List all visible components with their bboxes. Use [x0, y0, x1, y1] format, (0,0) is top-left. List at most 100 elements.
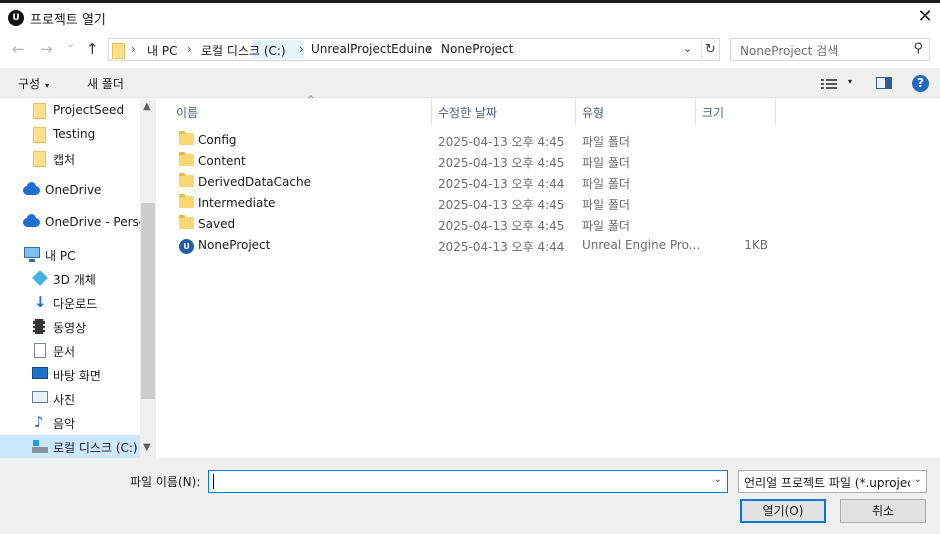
- folder-icon: [112, 43, 125, 62]
- filename-input[interactable]: ⌄: [208, 470, 728, 493]
- sidebar-item-label: 음악: [53, 417, 76, 431]
- up-arrow-icon[interactable]: ↑: [86, 40, 99, 58]
- document-icon: [34, 343, 46, 361]
- file-type: 파일 폴더: [582, 156, 630, 170]
- column-header-name[interactable]: ^ 이름: [170, 95, 432, 125]
- file-type: 파일 폴더: [582, 177, 630, 191]
- folder-icon: [33, 151, 46, 170]
- open-button[interactable]: 열기(O): [740, 499, 826, 523]
- new-folder-button[interactable]: 새 폴더: [87, 75, 124, 92]
- file-modified: 2025-04-13 오후 4:44: [438, 240, 565, 254]
- sidebar-item-label: 바탕 화면: [53, 369, 101, 383]
- desktop-icon: [32, 367, 48, 382]
- file-type: 파일 폴더: [582, 135, 630, 149]
- column-header-size[interactable]: 크기: [696, 99, 776, 125]
- sidebar-item-projectseed[interactable]: ProjectSeed: [0, 99, 140, 123]
- file-row-intermediate[interactable]: Intermediate 2025-04-13 오후 4:45 파일 폴더: [170, 193, 940, 214]
- sidebar-item-label: 동영상: [53, 321, 87, 335]
- sidebar-item-videos[interactable]: 동영상: [0, 315, 140, 339]
- file-modified: 2025-04-13 오후 4:44: [438, 177, 565, 191]
- sidebar-item-documents[interactable]: 문서: [0, 339, 140, 363]
- 3d-objects-icon: [32, 270, 48, 288]
- file-name: Config: [198, 133, 237, 147]
- sidebar-item-label: 3D 개체: [53, 273, 96, 287]
- navigation-pane: ProjectSeed Testing 캡처 OneDrive OneDrive…: [0, 99, 156, 458]
- sidebar-item-label: 로컬 디스크 (C:): [53, 441, 138, 455]
- sidebar-item-my-pc[interactable]: 내 PC: [0, 243, 140, 267]
- refresh-icon[interactable]: ↻: [701, 40, 719, 59]
- file-modified: 2025-04-13 오후 4:45: [438, 156, 565, 170]
- search-icon[interactable]: ⚲: [913, 41, 923, 56]
- pc-icon: [24, 247, 40, 262]
- scroll-up-icon[interactable]: ▲: [143, 101, 151, 112]
- cancel-button[interactable]: 취소: [840, 499, 926, 523]
- sidebar-item-onedrive-personal[interactable]: OneDrive - Personal: [0, 211, 156, 235]
- help-icon[interactable]: ?: [912, 75, 929, 92]
- file-row-saved[interactable]: Saved 2025-04-13 오후 4:45 파일 폴더: [170, 214, 940, 235]
- view-options-icon[interactable]: [821, 78, 837, 92]
- unreal-logo-icon: U: [8, 10, 24, 26]
- sidebar-item-onedrive[interactable]: OneDrive: [0, 179, 140, 203]
- file-name: Intermediate: [198, 196, 276, 210]
- sidebar-item-capture[interactable]: 캡처: [0, 147, 140, 171]
- sidebar-scrollbar[interactable]: ▲ ▼: [140, 99, 156, 458]
- breadcrumb-separator[interactable]: ›: [299, 42, 304, 56]
- column-header-type[interactable]: 유형: [576, 99, 696, 125]
- sidebar-item-pictures[interactable]: 사진: [0, 387, 140, 411]
- file-list: ^ 이름 수정한 날짜 유형 크기 Config 2025-04-13 오후 4…: [160, 95, 940, 458]
- filename-dropdown-icon[interactable]: ⌄: [714, 474, 722, 485]
- breadcrumb-project-folder[interactable]: UnrealProjectEduine: [311, 42, 432, 56]
- breadcrumb-my-pc[interactable]: 내 PC: [147, 42, 177, 59]
- recent-locations-chevron-icon[interactable]: ⌄: [66, 37, 75, 50]
- file-row-content[interactable]: Content 2025-04-13 오후 4:45 파일 폴더: [170, 151, 940, 172]
- file-type: 파일 폴더: [582, 219, 630, 233]
- filetype-select[interactable]: 언리얼 프로젝트 파일 (*.uproject) ⌄: [738, 470, 927, 493]
- column-header-modified[interactable]: 수정한 날짜: [432, 99, 576, 125]
- file-name: NoneProject: [198, 238, 271, 252]
- file-row-deriveddatacache[interactable]: DerivedDataCache 2025-04-13 오후 4:44 파일 폴…: [170, 172, 940, 193]
- sidebar-item-desktop[interactable]: 바탕 화면: [0, 363, 140, 387]
- file-row-config[interactable]: Config 2025-04-13 오후 4:45 파일 폴더: [170, 130, 940, 151]
- breadcrumb-noneproject[interactable]: NoneProject: [441, 42, 513, 56]
- sidebar-item-label: ProjectSeed: [53, 103, 125, 117]
- back-arrow-icon[interactable]: ←: [12, 40, 25, 58]
- breadcrumb-separator[interactable]: ›: [131, 42, 136, 56]
- folder-icon: [179, 152, 194, 169]
- organize-menu[interactable]: 구성 ▾: [18, 75, 49, 92]
- sidebar-item-downloads[interactable]: ↓ 다운로드: [0, 291, 140, 315]
- file-modified: 2025-04-13 오후 4:45: [438, 219, 565, 233]
- sidebar-item-testing[interactable]: Testing: [0, 123, 140, 147]
- filetype-dropdown-icon[interactable]: ⌄: [913, 474, 922, 485]
- uproject-icon: U: [179, 238, 194, 254]
- folder-icon: [179, 131, 194, 148]
- folder-icon: [179, 173, 194, 190]
- breadcrumb-separator[interactable]: ›: [187, 42, 192, 56]
- sidebar-item-music[interactable]: ♪ 음악: [0, 411, 140, 435]
- window-title: 프로젝트 열기: [30, 13, 106, 28]
- forward-arrow-icon[interactable]: →: [40, 40, 53, 58]
- sort-ascending-icon: ^: [307, 95, 315, 105]
- address-dropdown-icon[interactable]: ⌄: [683, 42, 692, 55]
- sidebar-item-local-disk[interactable]: 로컬 디스크 (C:): [0, 435, 140, 458]
- search-box[interactable]: NoneProject 검색 ⚲: [730, 38, 930, 61]
- download-icon: ↓: [34, 293, 47, 311]
- file-row-noneproject[interactable]: U NoneProject 2025-04-13 오후 4:44 Unreal …: [170, 235, 940, 256]
- sidebar-item-label: 다운로드: [53, 297, 98, 311]
- file-size: 1KB: [744, 238, 768, 252]
- drive-icon: [32, 439, 48, 456]
- address-bar[interactable]: › 내 PC › 로컬 디스크 (C:) › UnrealProjectEdui…: [108, 38, 720, 61]
- video-icon: [33, 319, 45, 337]
- breadcrumb-separator[interactable]: ›: [427, 42, 432, 56]
- sidebar-item-label: 사진: [53, 393, 76, 407]
- close-button[interactable]: ✕: [910, 3, 940, 32]
- sidebar-item-3d-objects[interactable]: 3D 개체: [0, 267, 140, 291]
- scrollbar-thumb[interactable]: [141, 203, 155, 399]
- onedrive-icon: [23, 182, 40, 198]
- view-dropdown-icon[interactable]: ▾: [848, 77, 852, 86]
- preview-pane-icon[interactable]: [876, 77, 892, 89]
- file-name: Content: [198, 154, 246, 168]
- picture-icon: [32, 391, 48, 406]
- file-name: DerivedDataCache: [198, 175, 311, 189]
- breadcrumb-local-disk[interactable]: 로컬 디스크 (C:): [201, 42, 286, 59]
- scroll-down-icon[interactable]: ▼: [143, 442, 151, 453]
